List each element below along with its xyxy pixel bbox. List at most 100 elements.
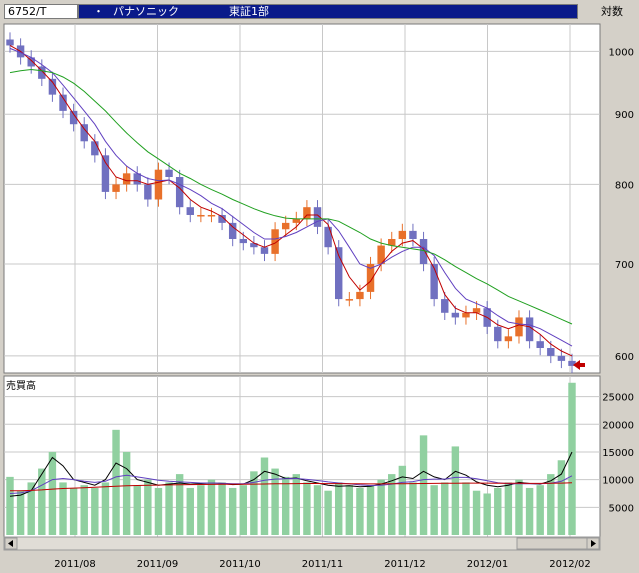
volume-tick-label: 15000: [602, 448, 634, 459]
volume-bar: [441, 482, 449, 535]
scrollbar-thumb[interactable]: [516, 537, 588, 550]
volume-bar: [472, 490, 481, 535]
volume-bar: [69, 487, 78, 535]
x-tick-label: 2011/09: [137, 559, 179, 570]
x-tick-label: 2011/12: [384, 559, 426, 570]
volume-bar: [409, 482, 417, 535]
volume-bar: [112, 429, 120, 535]
volume-bar: [557, 460, 566, 535]
candle-body: [228, 222, 237, 239]
volume-bar: [483, 493, 491, 535]
volume-bar: [504, 482, 513, 535]
volume-bar: [366, 485, 375, 535]
volume-tick-label: 5000: [609, 503, 634, 514]
volume-bar: [165, 482, 173, 535]
candle-body: [122, 173, 131, 185]
volume-tick-label: 25000: [602, 393, 634, 404]
volume-title: 売買高: [6, 379, 36, 392]
y-tick-label: 600: [615, 352, 634, 363]
volume-bar: [324, 490, 332, 535]
candle-body: [324, 226, 332, 248]
candle-body: [525, 317, 534, 342]
candle-body: [260, 247, 269, 254]
volume-bar: [430, 485, 438, 535]
candle-body: [154, 169, 163, 200]
chart-svg: 売買高 600 700 800 900 1000 5000 10000 15000 20000…: [3, 23, 634, 570]
candle-body: [207, 214, 216, 217]
candle-body: [197, 214, 205, 217]
x-tick-label: 2011/08: [54, 559, 96, 570]
volume-bar: [239, 485, 247, 535]
y-tick-label: 1000: [609, 47, 634, 58]
volume-tick-label: 10000: [602, 476, 634, 487]
volume-bar: [197, 485, 205, 535]
candle-body: [472, 308, 481, 313]
volume-bar: [101, 482, 110, 535]
candle-body: [557, 355, 566, 361]
volume-bar: [419, 435, 428, 535]
volume-bar: [494, 487, 502, 535]
volume-bar: [16, 490, 25, 535]
volume-bar: [515, 479, 523, 535]
volume-bar: [568, 382, 576, 535]
x-tick-label: 2012/02: [549, 559, 591, 570]
x-tick-label: 2012/01: [467, 559, 509, 570]
candle-body: [547, 348, 555, 356]
candle-body: [292, 218, 301, 223]
candle-body: [91, 141, 99, 156]
date-axis: 2011/08 2011/09 2011/10 2011/11 2011/12 2012/…: [54, 559, 591, 570]
candle-body: [515, 317, 523, 337]
volume-bar: [218, 482, 226, 535]
volume-bar: [313, 485, 322, 535]
volume-bar: [281, 476, 290, 535]
volume-bar: [377, 479, 385, 535]
candle-body: [101, 155, 110, 192]
candle-body: [441, 299, 449, 313]
volume-bar: [133, 485, 141, 535]
y-tick-label: 800: [615, 180, 634, 191]
candle-body: [345, 299, 354, 301]
x-tick-label: 2011/10: [219, 559, 261, 570]
candle-body: [281, 222, 290, 230]
volume-bar: [356, 487, 364, 535]
volume-bar: [228, 487, 237, 535]
y-tick-label: 700: [615, 260, 634, 271]
volume-bar: [335, 482, 343, 535]
candle-body: [409, 230, 417, 239]
candle-body: [494, 326, 502, 342]
volume-bar: [154, 487, 163, 535]
volume-tick-label: 20000: [602, 420, 634, 431]
candle-body: [144, 184, 152, 200]
volume-bar: [260, 457, 269, 535]
candle-body: [186, 207, 194, 215]
volume-bar: [525, 487, 534, 535]
price-axis: 600 700 800 900 1000: [609, 47, 634, 363]
candle-body: [175, 177, 184, 208]
scrollbar-track[interactable]: [3, 536, 601, 551]
candle-body: [356, 291, 364, 300]
price-panel: [3, 23, 601, 374]
candle-body: [6, 39, 14, 46]
candle-body: [462, 312, 470, 318]
x-tick-label: 2011/11: [302, 559, 344, 570]
candle-body: [451, 312, 460, 318]
volume-bar: [462, 482, 470, 535]
volume-bar: [144, 479, 152, 535]
volume-bar: [80, 485, 88, 535]
horizontal-scrollbar[interactable]: [3, 536, 601, 551]
candle-body: [239, 238, 247, 244]
volume-bar: [6, 476, 14, 535]
volume-bar: [207, 479, 216, 535]
y-tick-label: 900: [615, 110, 634, 121]
volume-bar: [536, 485, 544, 535]
volume-bar: [91, 487, 99, 535]
candle-body: [504, 336, 513, 342]
volume-bar: [122, 451, 131, 535]
volume-bar: [59, 482, 67, 535]
candle-body: [398, 230, 407, 239]
volume-bar: [186, 487, 194, 535]
volume-bar: [345, 485, 354, 535]
volume-bar: [303, 482, 311, 535]
volume-axis: 5000 10000 15000 20000 25000: [602, 393, 634, 515]
candle-body: [80, 124, 88, 142]
